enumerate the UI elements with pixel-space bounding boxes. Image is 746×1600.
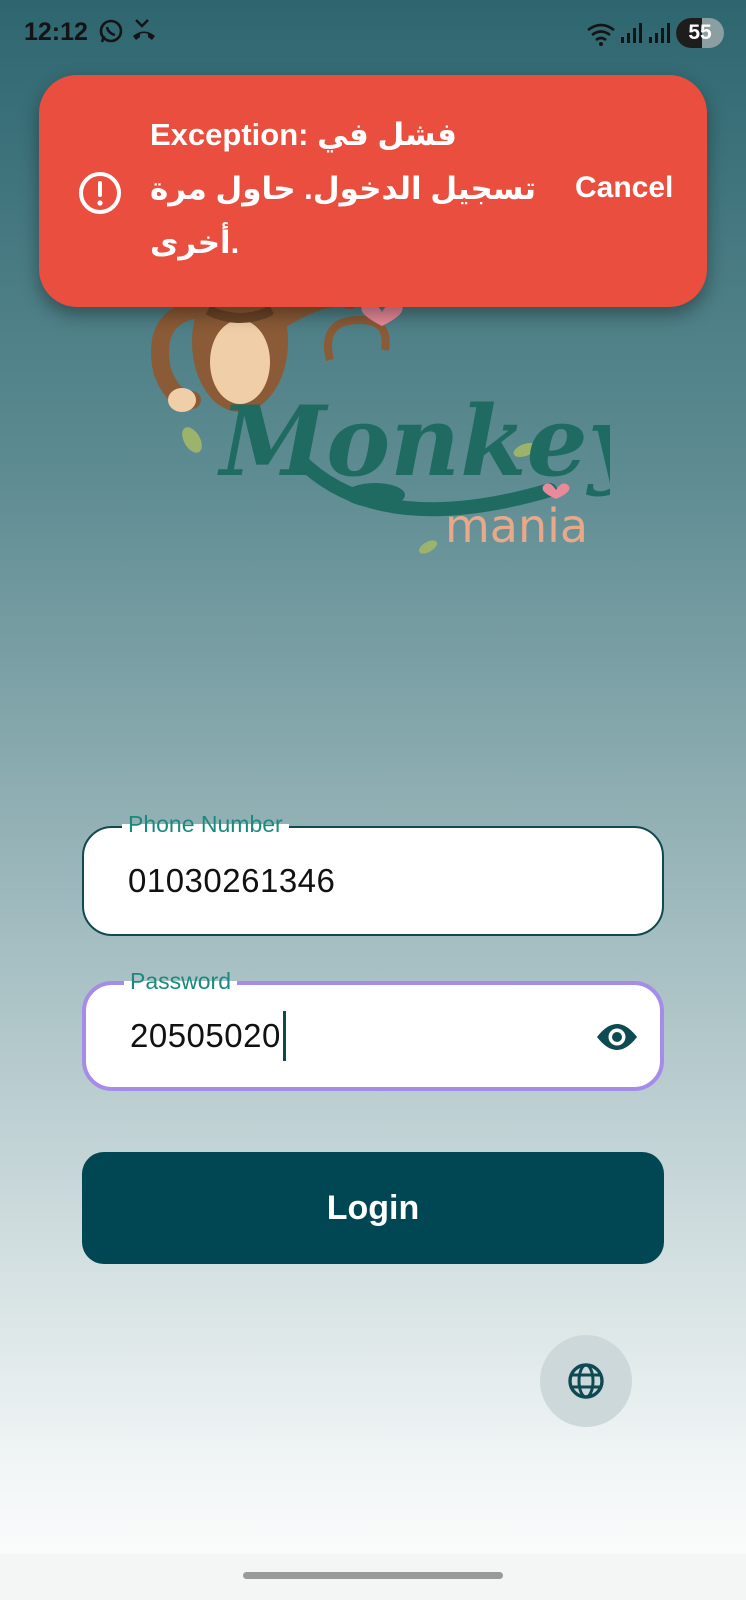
password-input[interactable]: 20505020 [130,985,286,1087]
status-bar: 12:12 55 [0,0,746,70]
navigation-bar [0,1554,746,1600]
phone-number-value[interactable]: 01030261346 [128,828,335,934]
wifi-icon [587,23,615,46]
password-field[interactable]: Password 20505020 [82,968,664,1091]
error-snackbar: Exception: فشل في تسجيل الدخول. حاول مرة… [39,75,707,307]
error-message-line: أخرى. [150,225,240,260]
error-message-line: Exception: فشل في [150,117,457,152]
logo-title: Monkey [217,385,610,498]
whatsapp-icon [99,19,123,43]
battery-icon: 55 [676,18,724,48]
globe-icon [568,1363,604,1399]
login-button[interactable]: Login [82,1152,664,1264]
logo-subtitle: mania [445,499,588,553]
missed-call-icon [133,19,155,40]
phone-number-field[interactable]: Phone Number 01030261346 [82,811,664,936]
language-button[interactable] [540,1335,632,1427]
text-cursor [282,1011,286,1061]
error-message-line: تسجيل الدخول. حاول مرة [150,171,537,206]
signal-icon [621,23,642,43]
eye-icon[interactable] [594,1014,640,1060]
cancel-button[interactable]: Cancel [575,171,673,205]
password-value: 20505020 [130,1017,281,1054]
signal-icon [649,23,670,43]
battery-level: 55 [688,21,712,44]
status-time: 12:12 [24,18,88,46]
home-gesture-handle[interactable] [243,1572,503,1579]
error-message: Exception: فشل في تسجيل الدخول. حاول مرة… [150,108,537,270]
error-circle-icon [79,172,121,214]
